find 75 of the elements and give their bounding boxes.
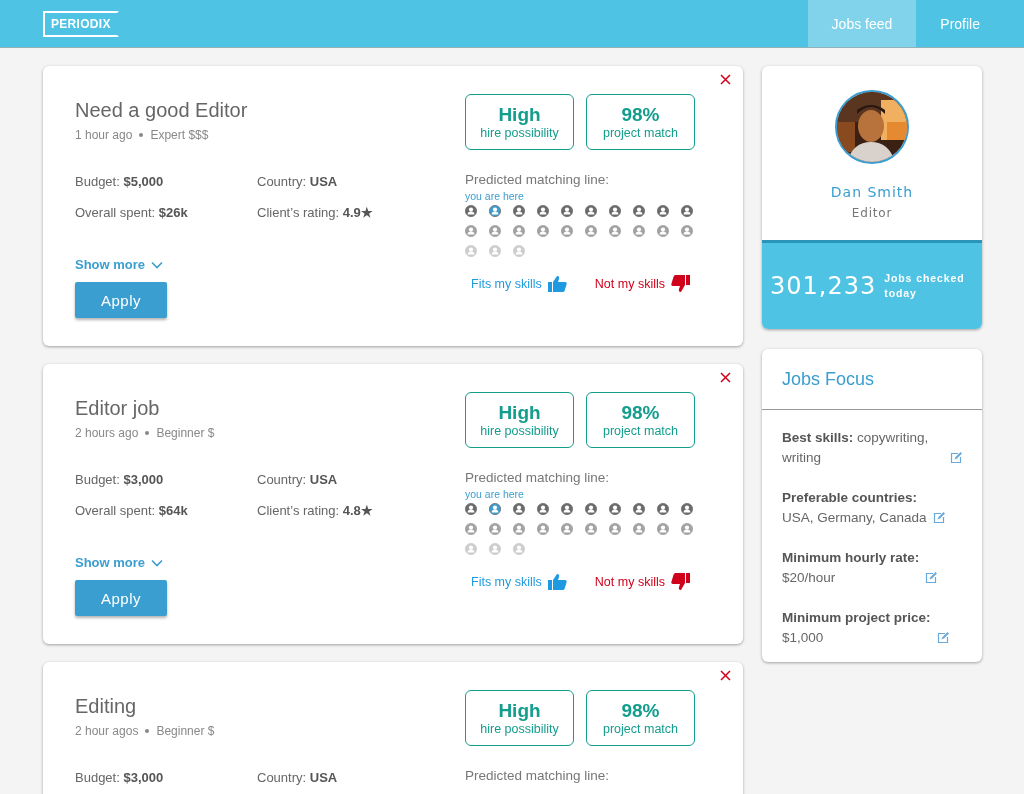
focus-item: Minimum hourly rate: $20/hour bbox=[782, 549, 920, 587]
focus-item: Preferable countries: USA, Germany, Canada bbox=[782, 489, 927, 527]
posted-time: 1 hour ago bbox=[75, 128, 133, 142]
expertise-level: Expert $$$ bbox=[150, 128, 209, 142]
score-caption: project match bbox=[603, 126, 678, 140]
thumbs-down-icon bbox=[671, 573, 690, 591]
thumbs-up-icon bbox=[547, 573, 567, 591]
expertise-level: Beginner $ bbox=[156, 724, 215, 738]
nav-tab[interactable]: Jobs feed bbox=[807, 0, 917, 47]
score-caption: project match bbox=[603, 424, 678, 438]
thumbs-down-icon bbox=[671, 275, 690, 293]
bullet-icon bbox=[139, 133, 144, 137]
score-value: High bbox=[498, 402, 541, 424]
matching-caption: Predicted matching line: bbox=[465, 768, 611, 783]
edit-icon bbox=[950, 452, 962, 464]
profile-name: Dan Smith bbox=[830, 184, 914, 200]
fits-skills-button[interactable]: Fits my skills bbox=[471, 573, 567, 591]
focus-title: Jobs Focus bbox=[762, 349, 982, 410]
job-title: Editing bbox=[75, 695, 138, 718]
logo: PERIODIX bbox=[43, 10, 119, 37]
show-more-link[interactable]: Show more bbox=[75, 555, 164, 570]
show-more-link[interactable]: Show more bbox=[75, 257, 164, 272]
apply-button[interactable]: Apply bbox=[75, 282, 167, 318]
score-caption: hire possibility bbox=[480, 424, 559, 438]
focus-item: Minimum project price: $1,000 bbox=[782, 609, 931, 647]
chevron-down-icon bbox=[151, 558, 164, 567]
jobs-count-label: Jobs checked today bbox=[884, 271, 966, 301]
close-button[interactable] bbox=[718, 370, 733, 385]
close-icon bbox=[720, 372, 731, 383]
edit-icon bbox=[936, 632, 949, 644]
edit-icon bbox=[925, 572, 938, 584]
matching-caption: Predicted matching line: bbox=[465, 172, 611, 187]
close-icon bbox=[720, 74, 731, 85]
job-detail: Country: USA bbox=[257, 472, 339, 487]
score-caption: project match bbox=[603, 722, 678, 736]
close-button[interactable] bbox=[718, 668, 733, 683]
fits-skills-button[interactable]: Fits my skills bbox=[471, 275, 567, 293]
expertise-level: Beginner $ bbox=[156, 426, 215, 440]
jobs-count: 301,233 bbox=[770, 272, 877, 300]
job-detail: Client’s rating: 4.9★ bbox=[257, 205, 374, 220]
apply-button[interactable]: Apply bbox=[75, 580, 167, 616]
job-detail: Overall spent: $26k bbox=[75, 205, 189, 220]
posted-time: 2 hours ago bbox=[75, 426, 139, 440]
score-value: 98% bbox=[621, 700, 660, 722]
score-value: 98% bbox=[621, 402, 660, 424]
posted-time: 2 hour agos bbox=[75, 724, 139, 738]
focus-item: Best skills: copywriting, writing bbox=[782, 429, 930, 467]
edit-icon bbox=[932, 512, 945, 524]
bullet-icon bbox=[145, 729, 150, 733]
you-are-here-label: you are here bbox=[465, 488, 525, 500]
job-detail: Country: USA bbox=[257, 174, 339, 189]
chevron-down-icon bbox=[151, 260, 164, 269]
score-value: High bbox=[498, 104, 541, 126]
score-value: 98% bbox=[621, 104, 660, 126]
thumbs-up-icon bbox=[547, 275, 567, 293]
close-icon bbox=[720, 670, 731, 681]
you-are-here-label: you are here bbox=[465, 190, 525, 202]
close-button[interactable] bbox=[718, 72, 733, 87]
job-title: Need a good Editor bbox=[75, 99, 249, 122]
not-my-skills-button[interactable]: Not my skills bbox=[594, 275, 690, 293]
job-detail: Overall spent: $64k bbox=[75, 503, 189, 518]
not-my-skills-button[interactable]: Not my skills bbox=[594, 573, 690, 591]
nav-tab[interactable]: Profile bbox=[916, 0, 1004, 47]
job-title: Editor job bbox=[75, 397, 161, 420]
bullet-icon bbox=[145, 431, 150, 435]
job-detail: Budget: $5,000 bbox=[75, 174, 165, 189]
score-value: High bbox=[498, 700, 541, 722]
job-detail: Country: USA bbox=[257, 770, 339, 785]
job-detail: Client’s rating: 4.8★ bbox=[257, 503, 374, 518]
profile-role: Editor bbox=[851, 206, 893, 220]
score-caption: hire possibility bbox=[480, 126, 559, 140]
score-caption: hire possibility bbox=[480, 722, 559, 736]
matching-caption: Predicted matching line: bbox=[465, 470, 611, 485]
job-detail: Budget: $3,000 bbox=[75, 770, 165, 785]
job-detail: Budget: $3,000 bbox=[75, 472, 165, 487]
